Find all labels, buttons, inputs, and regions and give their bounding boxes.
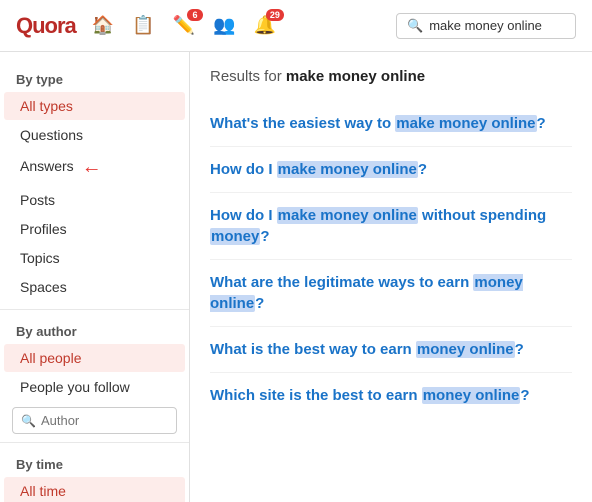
result-link-1[interactable]: What's the easiest way to make money onl… xyxy=(210,115,546,132)
highlight: money online xyxy=(422,387,521,404)
sidebar-item-all-time[interactable]: All time xyxy=(4,477,185,502)
results-header: Results for make money online xyxy=(210,68,572,85)
sidebar-item-people-you-follow[interactable]: People you follow xyxy=(4,373,185,401)
sidebar-item-questions[interactable]: Questions xyxy=(4,121,185,149)
result-item: What is the best way to earn money onlin… xyxy=(210,327,572,373)
result-item: What's the easiest way to make money onl… xyxy=(210,101,572,147)
result-link-4[interactable]: What are the legitimate ways to earn mon… xyxy=(210,274,523,312)
sidebar-item-profiles[interactable]: Profiles xyxy=(4,215,185,243)
bytype-section-title: By type xyxy=(0,66,189,91)
nav-edit[interactable]: ✏️ 6 xyxy=(173,15,195,36)
sidebar-item-answers[interactable]: Answers ← xyxy=(4,150,185,185)
search-box[interactable]: 🔍 xyxy=(396,13,576,39)
highlight: money online xyxy=(416,341,515,358)
main-layout: By type All types Questions Answers ← Po… xyxy=(0,52,592,502)
result-item: What are the legitimate ways to earn mon… xyxy=(210,260,572,327)
sidebar: By type All types Questions Answers ← Po… xyxy=(0,52,190,502)
highlight: make money online xyxy=(395,115,536,132)
highlight: make money online xyxy=(277,207,418,224)
results-query: make money online xyxy=(286,68,425,85)
bell-badge: 29 xyxy=(266,9,284,21)
nav-home[interactable]: 🏠 xyxy=(92,15,114,36)
search-results: Results for make money online What's the… xyxy=(190,52,592,502)
sidebar-item-topics[interactable]: Topics xyxy=(4,244,185,272)
sidebar-divider-2 xyxy=(0,442,189,443)
result-item: How do I make money online without spend… xyxy=(210,193,572,260)
nav-icons: 🏠 📋 ✏️ 6 👥 🔔 29 xyxy=(92,15,380,36)
result-item: How do I make money online? xyxy=(210,147,572,193)
nav-bell[interactable]: 🔔 29 xyxy=(253,15,275,36)
home-icon: 🏠 xyxy=(92,15,114,36)
sidebar-item-spaces[interactable]: Spaces xyxy=(4,273,185,301)
result-link-2[interactable]: How do I make money online? xyxy=(210,161,427,178)
highlight: money xyxy=(210,228,260,245)
people-icon: 👥 xyxy=(213,15,235,36)
result-link-3[interactable]: How do I make money online without spend… xyxy=(210,207,546,245)
result-link-6[interactable]: Which site is the best to earn money onl… xyxy=(210,387,530,404)
byauthor-section-title: By author xyxy=(0,318,189,343)
sidebar-item-posts[interactable]: Posts xyxy=(4,186,185,214)
nav-feed[interactable]: 📋 xyxy=(132,15,154,36)
sidebar-divider-1 xyxy=(0,309,189,310)
app-root: Quora 🏠 📋 ✏️ 6 👥 🔔 29 🔍 xyxy=(0,0,592,502)
logo[interactable]: Quora xyxy=(16,13,76,39)
highlight: money online xyxy=(210,274,523,312)
search-input[interactable] xyxy=(429,18,565,33)
arrow-icon: ← xyxy=(82,156,102,179)
search-icon: 🔍 xyxy=(407,18,423,34)
sidebar-item-all-types[interactable]: All types xyxy=(4,92,185,120)
feed-icon: 📋 xyxy=(132,15,154,36)
bytime-section-title: By time xyxy=(0,451,189,476)
sidebar-item-all-people[interactable]: All people xyxy=(4,344,185,372)
header: Quora 🏠 📋 ✏️ 6 👥 🔔 29 🔍 xyxy=(0,0,592,52)
author-search-icon: 🔍 xyxy=(21,414,36,428)
highlight: make money online xyxy=(277,161,418,178)
result-link-5[interactable]: What is the best way to earn money onlin… xyxy=(210,341,524,358)
author-search-box[interactable]: 🔍 xyxy=(12,407,177,434)
author-search-input[interactable] xyxy=(41,413,168,428)
nav-people[interactable]: 👥 xyxy=(213,15,235,36)
edit-badge: 6 xyxy=(187,9,203,21)
result-item: Which site is the best to earn money onl… xyxy=(210,373,572,418)
